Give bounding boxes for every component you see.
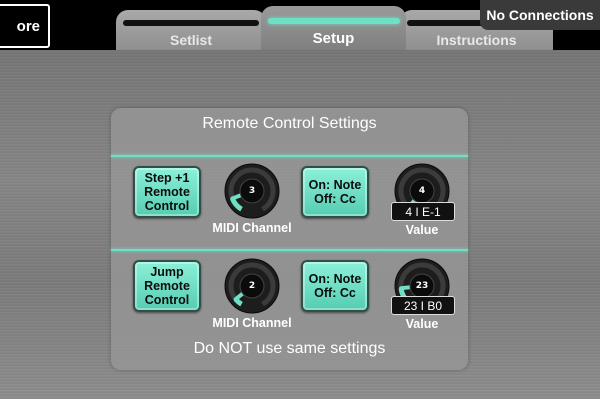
tab-setup-label: Setup [312, 30, 355, 47]
connection-status: No Connections [480, 0, 600, 30]
tab-indicator [123, 20, 259, 26]
note-cc-toggle-button[interactable]: On: Note Off: Cc [301, 260, 369, 312]
tab-setlist-label: Setlist [169, 32, 212, 48]
knob-value: 2 [248, 281, 256, 291]
tab-indicator-active [267, 18, 400, 24]
knob-value: 3 [248, 186, 256, 196]
midi-channel-knob[interactable]: 2 [224, 258, 280, 314]
midi-channel-label: MIDI Channel [212, 316, 292, 330]
more-button[interactable]: ore [0, 4, 50, 48]
step-remote-control-button[interactable]: Step +1 Remote Control [133, 166, 201, 218]
divider [111, 249, 468, 251]
midi-channel-label: MIDI Channel [212, 221, 292, 235]
value-label: Value [405, 223, 439, 237]
warning-note: Do NOT use same settings [193, 340, 386, 357]
value-display: 4 I E-1 [391, 202, 455, 221]
top-bar: ore Setlist Instructions Setup No Connec… [0, 0, 600, 50]
tab-instructions-label: Instructions [436, 32, 517, 48]
divider [111, 155, 468, 157]
midi-channel-knob[interactable]: 3 [224, 163, 280, 219]
remote-control-settings-panel: Remote Control Settings Step +1 Remote C… [111, 108, 468, 370]
panel-title: Remote Control Settings [202, 115, 377, 132]
value-display: 23 I B0 [391, 296, 455, 315]
value-label: Value [405, 317, 439, 331]
note-cc-toggle-button[interactable]: On: Note Off: Cc [301, 166, 369, 218]
tab-setlist[interactable]: Setlist [116, 10, 266, 50]
tab-setup[interactable]: Setup [261, 6, 406, 50]
jump-remote-control-button[interactable]: Jump Remote Control [133, 260, 201, 312]
